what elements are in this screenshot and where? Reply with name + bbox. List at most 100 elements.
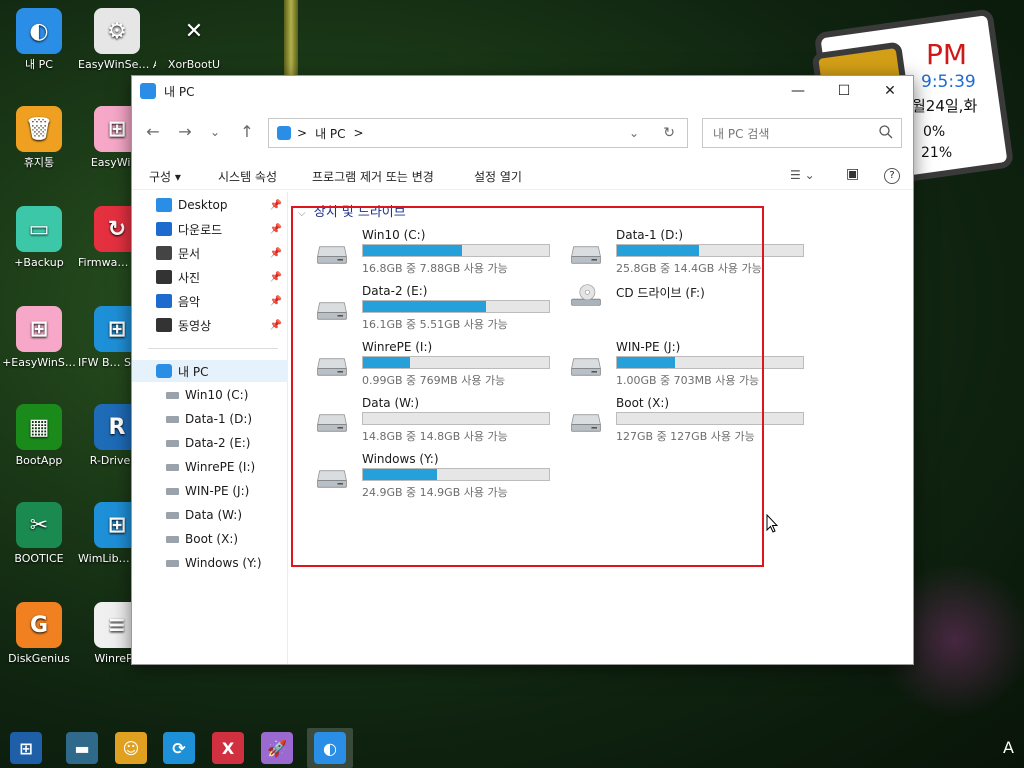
address-bar[interactable]: > 내 PC > ⌄ ↻ bbox=[268, 118, 688, 148]
taskbar-user-app[interactable]: ☺ bbox=[115, 732, 147, 764]
open-settings-button[interactable]: 설정 열기 bbox=[474, 168, 522, 185]
mouse-cursor-icon bbox=[766, 514, 778, 533]
preview-pane-button[interactable]: ▣ bbox=[846, 166, 859, 182]
forward-button[interactable]: → bbox=[174, 122, 196, 142]
navpane-drive-item[interactable]: Data (W:) bbox=[132, 504, 288, 526]
desktop-icon-label: +EasyWinS… bbox=[2, 356, 76, 369]
desktop-icon[interactable]: ▭ +Backup bbox=[0, 206, 78, 270]
navpane-item-label: Data (W:) bbox=[185, 508, 243, 522]
download-icon bbox=[156, 222, 172, 236]
taskbar-rocket-app[interactable]: 🚀 bbox=[261, 732, 293, 764]
desktop-icon[interactable]: ✕ XorBootU bbox=[155, 8, 233, 72]
search-input[interactable]: 내 PC 검색 bbox=[702, 118, 902, 148]
view-options-button[interactable]: ☰ ⌄ bbox=[790, 168, 815, 182]
navpane-drive-item[interactable]: Boot (X:) bbox=[132, 528, 288, 550]
maximize-button[interactable]: ☐ bbox=[821, 76, 867, 106]
navpane-drive-item[interactable]: Windows (Y:) bbox=[132, 552, 288, 574]
explorer-window: 내 PC — ☐ ✕ ← → ⌄ ↑ > 내 PC > ⌄ ↻ 내 PC 검색 … bbox=[131, 75, 914, 665]
refresh-icon[interactable]: ↻ bbox=[663, 125, 675, 141]
navpane-divider bbox=[148, 348, 278, 349]
mypc-icon bbox=[277, 126, 291, 140]
navpane-item-label: 문서 bbox=[178, 246, 201, 261]
app-icon: ⚙ bbox=[94, 8, 140, 54]
desktop-icon[interactable]: ⊞ +EasyWinS… bbox=[0, 306, 78, 370]
navpane-item-mypc[interactable]: 내 PC bbox=[132, 360, 288, 382]
navpane-item-label: 동영상 bbox=[178, 318, 212, 333]
mypc-icon bbox=[140, 83, 156, 99]
pin-icon: 📌 bbox=[269, 199, 282, 211]
navpane-drive-item[interactable]: Win10 (C:) bbox=[132, 384, 288, 406]
pin-icon: 📌 bbox=[269, 319, 282, 331]
navpane-drive-item[interactable]: WIN-PE (J:) bbox=[132, 480, 288, 502]
input-language-indicator[interactable]: A bbox=[1003, 738, 1014, 757]
videos-icon bbox=[156, 318, 172, 332]
navpane-item-label: WinrePE (I:) bbox=[185, 460, 256, 474]
navpane-item[interactable]: 문서 📌 bbox=[132, 242, 288, 264]
navpane-item-label: 음악 bbox=[178, 294, 201, 309]
close-button[interactable]: ✕ bbox=[867, 76, 913, 106]
app-icon: ✂ bbox=[16, 502, 62, 548]
app-icon: ▦ bbox=[16, 404, 62, 450]
recent-locations-button[interactable]: ⌄ bbox=[204, 122, 226, 142]
desktop-icon-label: 휴지통 bbox=[23, 156, 55, 169]
navpane-drive-item[interactable]: Data-2 (E:) bbox=[132, 432, 288, 454]
system-properties-button[interactable]: 시스템 속성 bbox=[218, 168, 277, 185]
navpane-drive-item[interactable]: WinrePE (I:) bbox=[132, 456, 288, 478]
organize-menu[interactable]: 구성 ▾ bbox=[149, 168, 181, 185]
navpane-drive-item[interactable]: Data-1 (D:) bbox=[132, 408, 288, 430]
drive-icon bbox=[166, 391, 179, 399]
navpane-item[interactable]: Desktop 📌 bbox=[132, 194, 288, 216]
desktop-icon[interactable]: ✂ BOOTICE bbox=[0, 502, 78, 566]
navigation-pane: Desktop 📌 다운로드 📌 문서 📌 사진 📌 음악 📌 동영상 📌 내 PC Win10 (C:)… bbox=[132, 192, 288, 664]
uninstall-program-button[interactable]: 프로그램 제거 또는 변경 bbox=[312, 168, 434, 185]
start-icon: ⊞ bbox=[10, 732, 42, 764]
app-icon: ⊞ bbox=[16, 306, 62, 352]
start-button[interactable]: ⊞ bbox=[10, 732, 42, 764]
breadcrumb-separator: > bbox=[353, 126, 364, 140]
navpane-item-label: 다운로드 bbox=[178, 222, 223, 237]
taskbar-disk-icon: ▬ bbox=[66, 732, 98, 764]
taskbar-rocket-icon: 🚀 bbox=[261, 732, 293, 764]
chevron-down-icon[interactable]: ⌄ bbox=[629, 126, 639, 140]
desktop-icon[interactable]: 🗑 휴지통 bbox=[0, 106, 78, 170]
clock-mem: 21% bbox=[921, 145, 953, 161]
clock-date: 월24일,화 bbox=[912, 97, 978, 115]
desktop-icon-label: DiskGenius bbox=[8, 652, 70, 665]
navpane-item-label: 내 PC bbox=[178, 364, 209, 379]
breadcrumb-separator: > bbox=[297, 126, 308, 140]
taskbar-xor-app[interactable]: X bbox=[212, 732, 244, 764]
taskbar-xor-icon: X bbox=[212, 732, 244, 764]
drive-icon bbox=[166, 415, 179, 423]
desktop-icon[interactable]: G DiskGenius bbox=[0, 602, 78, 666]
back-button[interactable]: ← bbox=[142, 122, 164, 142]
help-button[interactable]: ? bbox=[884, 168, 900, 184]
breadcrumb-mypc[interactable]: 내 PC bbox=[315, 125, 345, 142]
drive-icon bbox=[166, 511, 179, 519]
navpane-item-label: Win10 (C:) bbox=[185, 388, 249, 402]
navpane-item[interactable]: 동영상 📌 bbox=[132, 314, 288, 336]
app-icon: ✕ bbox=[184, 18, 204, 44]
taskbar-mypc-app[interactable]: ◐ bbox=[307, 728, 353, 768]
desktop-icon bbox=[156, 198, 172, 212]
navpane-item-label: Data-2 (E:) bbox=[185, 436, 251, 450]
desktop-icon[interactable]: ◐ 내 PC bbox=[0, 8, 78, 72]
desktop-icon[interactable]: ⚙ EasyWinSe… Auto bbox=[78, 8, 156, 72]
drive-icon bbox=[166, 463, 179, 471]
up-button[interactable]: ↑ bbox=[236, 122, 258, 142]
command-bar: 구성 ▾ 시스템 속성 프로그램 제거 또는 변경 설정 열기 ☰ ⌄ ▣ ? bbox=[132, 162, 913, 190]
navpane-item-label: Desktop bbox=[178, 198, 228, 212]
app-icon: ▭ bbox=[16, 206, 62, 252]
minimize-button[interactable]: — bbox=[775, 76, 821, 106]
mypc-icon bbox=[156, 364, 172, 378]
navpane-item[interactable]: 음악 📌 bbox=[132, 290, 288, 312]
taskbar-sync-app[interactable]: ⟳ bbox=[163, 732, 195, 764]
taskbar: A ⊞ ▬ ☺ ⟳ X 🚀 ◐ bbox=[0, 726, 1024, 768]
desktop-icon[interactable]: ▦ BootApp bbox=[0, 404, 78, 468]
navpane-item[interactable]: 다운로드 📌 bbox=[132, 218, 288, 240]
drive-icon bbox=[166, 487, 179, 495]
clock-ampm: PM bbox=[926, 38, 968, 71]
navpane-item-label: WIN-PE (J:) bbox=[185, 484, 250, 498]
taskbar-disk-app[interactable]: ▬ bbox=[66, 732, 98, 764]
pin-icon: 📌 bbox=[269, 223, 282, 235]
navpane-item[interactable]: 사진 📌 bbox=[132, 266, 288, 288]
